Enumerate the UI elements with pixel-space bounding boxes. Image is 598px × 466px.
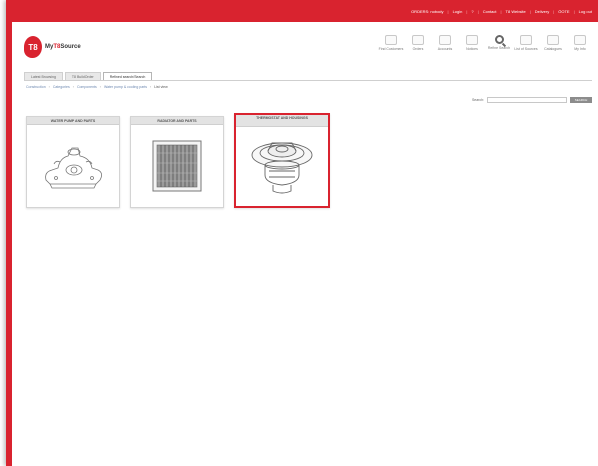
toolbar-orders-button[interactable]: Orders (406, 35, 430, 51)
toolbar-label: Accounts (437, 47, 453, 51)
topbar-separator: | (553, 8, 555, 14)
toolbar-label: Find Customers (378, 47, 404, 51)
breadcrumb-separator: › (150, 85, 152, 89)
topbar-separator: | (573, 8, 575, 14)
card-title: RADIATOR AND PARTS (131, 117, 223, 125)
toolbar-label: Notices (466, 47, 478, 51)
breadcrumb-link[interactable]: Categories (53, 85, 70, 89)
breadcrumb-link[interactable]: Construction (26, 85, 46, 89)
logo-mark-icon: T8 (24, 36, 42, 58)
customers-icon (385, 35, 397, 45)
topbar-link-orders[interactable]: ORDERS: nobody (411, 9, 443, 14)
toolbar-label: List of Sources (514, 47, 538, 51)
category-card-radiator[interactable]: RADIATOR AND PARTS (130, 116, 224, 208)
toolbar-accounts-button[interactable]: Accounts (433, 35, 457, 51)
info-icon (574, 35, 586, 45)
water-pump-icon (27, 131, 119, 203)
topbar-separator: | (500, 8, 502, 14)
brand-name: MyT8Source (45, 44, 81, 50)
toolbar: Find Customers Orders Accounts Notices R… (379, 35, 592, 51)
card-title: WATER PUMP AND PARTS (27, 117, 119, 125)
toolbar-catalogues-button[interactable]: Catalogues (541, 35, 565, 51)
breadcrumb-separator: › (72, 85, 74, 89)
thermostat-icon (236, 129, 328, 202)
search-button[interactable]: SEARCH (570, 97, 592, 103)
radiator-icon (131, 131, 223, 203)
toolbar-list-of-sources-button[interactable]: List of Sources (514, 35, 538, 51)
toolbar-refine-search-button[interactable]: Refine Search (487, 35, 511, 51)
search-area: Search: SEARCH (472, 97, 592, 103)
toolbar-label: Orders (412, 47, 424, 51)
toolbar-label: My Info (574, 47, 586, 51)
topbar-separator: | (529, 8, 531, 14)
card-title: THERMOSTAT AND HOUSINGS (236, 115, 328, 127)
brand-logo[interactable]: T8 MyT8Source (24, 36, 81, 58)
category-card-water-pump[interactable]: WATER PUMP AND PARTS (26, 116, 120, 208)
breadcrumb-link[interactable]: Water pump & cooling parts (104, 85, 147, 89)
top-navigation-bar: ORDERS: nobody | Login | ? | Contact | T… (12, 0, 598, 22)
search-label: Search: (471, 98, 484, 102)
toolbar-label: Catalogues (544, 47, 562, 51)
catalogue-icon (547, 35, 559, 45)
topbar-link-website[interactable]: T8 Website (506, 9, 526, 14)
topbar-separator: | (447, 8, 449, 14)
app-window: ORDERS: nobody | Login | ? | Contact | T… (6, 0, 598, 466)
search-input[interactable] (487, 97, 567, 103)
notices-icon (466, 35, 478, 45)
topbar-link-help[interactable]: ? (471, 9, 473, 14)
toolbar-label: Refine Search (487, 46, 511, 50)
topbar-separator: | (466, 8, 468, 14)
breadcrumb-separator: › (99, 85, 101, 89)
header: T8 MyT8Source Find Customers Orders Acco… (12, 22, 598, 72)
breadcrumb-separator: › (48, 85, 50, 89)
breadcrumb-link[interactable]: Components (77, 85, 97, 89)
brand-name-part: Source (60, 44, 81, 50)
tab-divider (24, 80, 592, 81)
breadcrumb: Construction › Categories › Components ›… (26, 85, 168, 89)
search-icon (494, 35, 504, 44)
orders-icon (412, 35, 424, 45)
topbar-link-logout[interactable]: Log out (579, 9, 592, 14)
topbar-link-contact[interactable]: Contact (483, 9, 497, 14)
accounts-icon (439, 35, 451, 45)
toolbar-notices-button[interactable]: Notices (460, 35, 484, 51)
category-card-grid: WATER PUMP AND PARTS RADIATOR AND PARTS … (26, 113, 330, 208)
toolbar-find-customers-button[interactable]: Find Customers (379, 35, 403, 51)
topbar-link-ote[interactable]: ÖOTE (558, 9, 569, 14)
topbar-separator: | (477, 8, 479, 14)
breadcrumb-current: List view (154, 85, 168, 89)
toolbar-my-info-button[interactable]: My Info (568, 35, 592, 51)
list-icon (520, 35, 532, 45)
category-card-thermostat[interactable]: THERMOSTAT AND HOUSINGS (234, 113, 330, 208)
topbar-link-login[interactable]: Login (453, 9, 463, 14)
topbar-link-delivery[interactable]: Delivery (535, 9, 549, 14)
